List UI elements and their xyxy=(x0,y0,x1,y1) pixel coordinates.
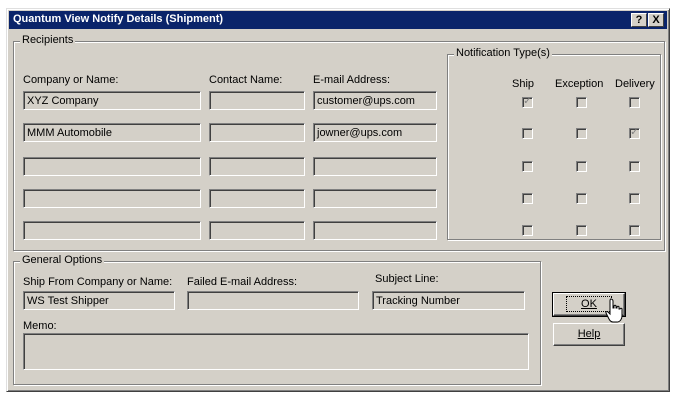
recipient-company-field[interactable] xyxy=(23,189,201,208)
ship-from-label: Ship From Company or Name: xyxy=(23,276,173,288)
recipient-contact-field[interactable] xyxy=(209,189,305,208)
help-button-label: Help xyxy=(577,328,601,340)
help-button[interactable]: Help xyxy=(553,323,625,346)
ship-from-field[interactable]: WS Test Shipper xyxy=(23,291,175,310)
recipient-company-field[interactable]: MMM Automobile xyxy=(23,123,201,142)
subject-line-field[interactable]: Tracking Number xyxy=(372,291,525,310)
email-column-label: E-mail Address: xyxy=(313,74,391,86)
exception-checkbox[interactable] xyxy=(576,161,587,172)
recipient-contact-field[interactable] xyxy=(209,157,305,176)
recipient-email-field[interactable]: customer@ups.com xyxy=(313,91,437,110)
notification-types-legend: Notification Type(s) xyxy=(454,47,552,59)
memo-field[interactable] xyxy=(23,333,529,370)
contact-column-label: Contact Name: xyxy=(209,74,283,86)
ship-checkbox[interactable]: ✓ xyxy=(522,97,533,108)
recipients-legend: Recipients xyxy=(20,34,76,46)
window-title: Quantum View Notify Details (Shipment) xyxy=(13,13,224,25)
ship-checkbox[interactable] xyxy=(522,161,533,172)
hand-cursor-icon xyxy=(605,298,623,323)
exception-checkbox[interactable] xyxy=(576,97,587,108)
delivery-checkbox[interactable] xyxy=(629,193,640,204)
recipient-company-field[interactable] xyxy=(23,221,201,240)
failed-email-label: Failed E-mail Address: xyxy=(187,276,298,288)
company-column-label: Company or Name: xyxy=(23,74,119,86)
ship-checkbox[interactable] xyxy=(522,128,533,139)
help-title-button[interactable]: ? xyxy=(631,13,647,27)
exception-checkbox[interactable] xyxy=(576,225,587,236)
recipient-company-field[interactable]: XYZ Company xyxy=(23,91,201,110)
recipient-email-field[interactable] xyxy=(313,221,437,240)
failed-email-field[interactable] xyxy=(187,291,359,310)
ship-checkbox[interactable] xyxy=(522,225,533,236)
delivery-checkbox[interactable] xyxy=(629,97,640,108)
recipient-contact-field[interactable] xyxy=(209,91,305,110)
exception-column-label: Exception xyxy=(555,78,604,90)
dialog-window: Quantum View Notify Details (Shipment) ?… xyxy=(6,8,670,392)
recipient-email-field[interactable] xyxy=(313,157,437,176)
ship-column-label: Ship xyxy=(512,78,535,90)
ship-checkbox[interactable] xyxy=(522,193,533,204)
exception-checkbox[interactable] xyxy=(576,193,587,204)
recipient-contact-field[interactable] xyxy=(209,221,305,240)
exception-checkbox[interactable] xyxy=(576,128,587,139)
delivery-checkbox[interactable]: ✓ xyxy=(629,128,640,139)
subject-line-label: Subject Line: xyxy=(375,273,439,285)
title-bar[interactable]: Quantum View Notify Details (Shipment) ?… xyxy=(9,11,667,29)
delivery-checkbox[interactable] xyxy=(629,161,640,172)
delivery-column-label: Delivery xyxy=(615,78,655,90)
close-button[interactable]: X xyxy=(648,13,664,27)
recipient-email-field[interactable]: jowner@ups.com xyxy=(313,123,437,142)
delivery-checkbox[interactable] xyxy=(629,225,640,236)
recipient-contact-field[interactable] xyxy=(209,123,305,142)
recipient-company-field[interactable] xyxy=(23,157,201,176)
general-options-legend: General Options xyxy=(20,254,105,266)
memo-label: Memo: xyxy=(23,320,57,332)
recipient-email-field[interactable] xyxy=(313,189,437,208)
